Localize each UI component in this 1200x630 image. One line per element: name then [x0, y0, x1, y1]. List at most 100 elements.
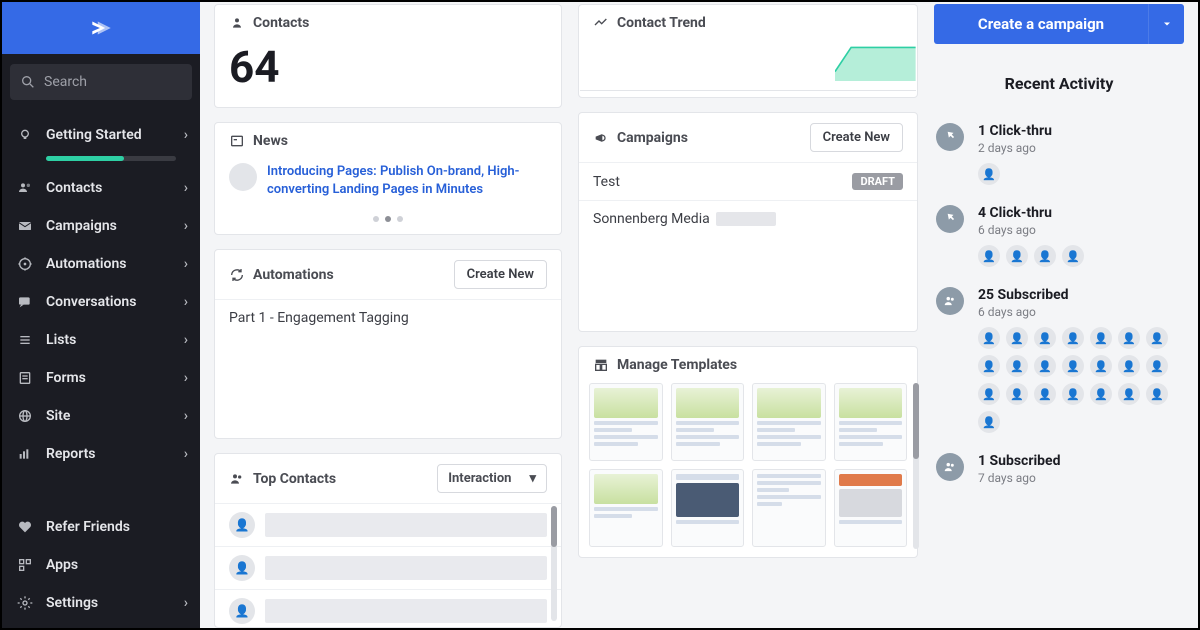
trend-title: Contact Trend [617, 15, 706, 31]
activity-time: 2 days ago [978, 141, 1182, 155]
avatar: 👤 [1090, 355, 1112, 377]
chevron-right-icon: › [184, 127, 188, 143]
nav-forms[interactable]: Forms › [2, 359, 200, 397]
nav-label: Contacts [46, 180, 184, 196]
mail-icon [14, 218, 36, 234]
avatar: 👤 [229, 512, 255, 538]
activity-time: 6 days ago [978, 305, 1182, 319]
create-campaign-cta[interactable]: Create a campaign [934, 4, 1148, 44]
scrollbar[interactable] [551, 506, 557, 621]
activity-title: 1 Click-thru [978, 123, 1182, 139]
chevron-right-icon: › [184, 332, 188, 348]
chevron-right-icon: › [184, 408, 188, 424]
create-automation-button[interactable]: Create New [454, 260, 547, 289]
nav-site[interactable]: Site › [2, 397, 200, 435]
avatar: 👤 [1006, 245, 1028, 267]
templates-card: Manage Templates [578, 346, 918, 558]
search-icon [20, 74, 36, 90]
scrollbar[interactable] [913, 383, 919, 549]
nav-conversations[interactable]: Conversations › [2, 283, 200, 321]
lists-icon [14, 332, 36, 348]
news-headline[interactable]: Introducing Pages: Publish On-brand, Hig… [267, 163, 547, 198]
nav-label: Site [46, 408, 184, 424]
redacted-text [716, 212, 776, 226]
top-contact-row[interactable]: 👤 [215, 546, 561, 589]
getting-started-progress [46, 156, 176, 161]
nav-settings[interactable]: Settings › [2, 584, 200, 622]
contact-icon [229, 15, 245, 31]
avatar: 👤 [978, 411, 1000, 433]
template-thumb[interactable] [834, 383, 908, 461]
contacts-icon [14, 180, 36, 196]
contacts-icon [229, 471, 245, 487]
nav-apps[interactable]: Apps [2, 546, 200, 584]
nav-label: Settings [46, 595, 184, 611]
avatar: 👤 [229, 555, 255, 581]
automation-item[interactable]: Part 1 - Engagement Tagging [215, 299, 561, 336]
users-icon [936, 453, 964, 481]
activity-item[interactable]: 1 Click-thru 2 days ago 👤 [934, 113, 1184, 195]
nav-automations[interactable]: Automations › [2, 245, 200, 283]
avatar: 👤 [1062, 245, 1084, 267]
template-thumb[interactable] [752, 383, 826, 461]
contacts-card: Contacts 64 [214, 4, 562, 108]
search-input[interactable]: Search [10, 64, 192, 100]
template-thumb[interactable] [752, 469, 826, 547]
nav-campaigns[interactable]: Campaigns › [2, 207, 200, 245]
nav-lists[interactable]: Lists › [2, 321, 200, 359]
avatar: 👤 [978, 163, 1000, 185]
news-avatar [229, 163, 257, 191]
top-contact-row[interactable]: 👤 [215, 589, 561, 628]
create-campaign-dropdown[interactable] [1148, 4, 1184, 44]
template-thumb[interactable] [671, 383, 745, 461]
activity-title: 4 Click-thru [978, 205, 1182, 221]
template-icon [593, 357, 609, 373]
contacts-count: 64 [215, 41, 561, 107]
redacted-name [265, 556, 547, 580]
nav-contacts[interactable]: Contacts › [2, 169, 200, 207]
nav-reports[interactable]: Reports › [2, 435, 200, 473]
avatar: 👤 [978, 245, 1000, 267]
activity-item[interactable]: 1 Subscribed 7 days ago [934, 443, 1184, 495]
top-contacts-sort[interactable]: Interaction ▾ [437, 464, 547, 493]
campaign-item[interactable]: Test DRAFT [579, 162, 917, 200]
contact-trend-card: Contact Trend [578, 4, 918, 98]
activity-avatars: 👤👤👤👤👤👤👤👤👤👤👤👤👤👤👤👤👤👤👤👤👤👤 [978, 327, 1182, 433]
news-pagination[interactable] [215, 212, 561, 234]
top-contact-row[interactable]: 👤 [215, 503, 561, 546]
create-campaign-button[interactable]: Create New [810, 123, 903, 152]
nav-refer[interactable]: Refer Friends [2, 508, 200, 546]
template-thumb[interactable] [589, 469, 663, 547]
template-thumb[interactable] [834, 469, 908, 547]
top-contacts-title: Top Contacts [253, 471, 336, 487]
automations-card: Automations Create New Part 1 - Engageme… [214, 249, 562, 439]
brand-logo-icon [88, 15, 114, 41]
avatar: 👤 [1034, 327, 1056, 349]
automations-title: Automations [253, 267, 334, 283]
click-icon [936, 123, 964, 151]
nav-label: Forms [46, 370, 184, 386]
activity-time: 6 days ago [978, 223, 1182, 237]
top-contacts-card: Top Contacts Interaction ▾ 👤 👤 👤 [214, 453, 562, 628]
news-title: News [253, 133, 288, 149]
nav-label: Refer Friends [46, 519, 188, 535]
avatar: 👤 [1034, 383, 1056, 405]
activity-avatars: 👤 [978, 163, 1182, 185]
template-thumb[interactable] [671, 469, 745, 547]
forms-icon [14, 370, 36, 386]
nav-label: Apps [46, 557, 188, 573]
bulb-icon [14, 127, 36, 143]
activity-item[interactable]: 25 Subscribed 6 days ago 👤👤👤👤👤👤👤👤👤👤👤👤👤👤👤… [934, 277, 1184, 443]
template-thumb[interactable] [589, 383, 663, 461]
logo[interactable] [2, 2, 200, 54]
chevron-right-icon: › [184, 218, 188, 234]
avatar: 👤 [1090, 383, 1112, 405]
campaigns-card: Campaigns Create New Test DRAFT Sonnenbe… [578, 112, 918, 332]
nav-getting-started[interactable]: Getting Started › [2, 116, 200, 154]
megaphone-icon [593, 130, 609, 146]
activity-item[interactable]: 4 Click-thru 6 days ago 👤👤👤👤 [934, 195, 1184, 277]
sidebar: Search Getting Started › Contacts › Camp… [2, 2, 200, 628]
globe-icon [14, 408, 36, 424]
campaign-item[interactable]: Sonnenberg Media [579, 200, 917, 237]
nav-label: Getting Started [46, 127, 184, 143]
